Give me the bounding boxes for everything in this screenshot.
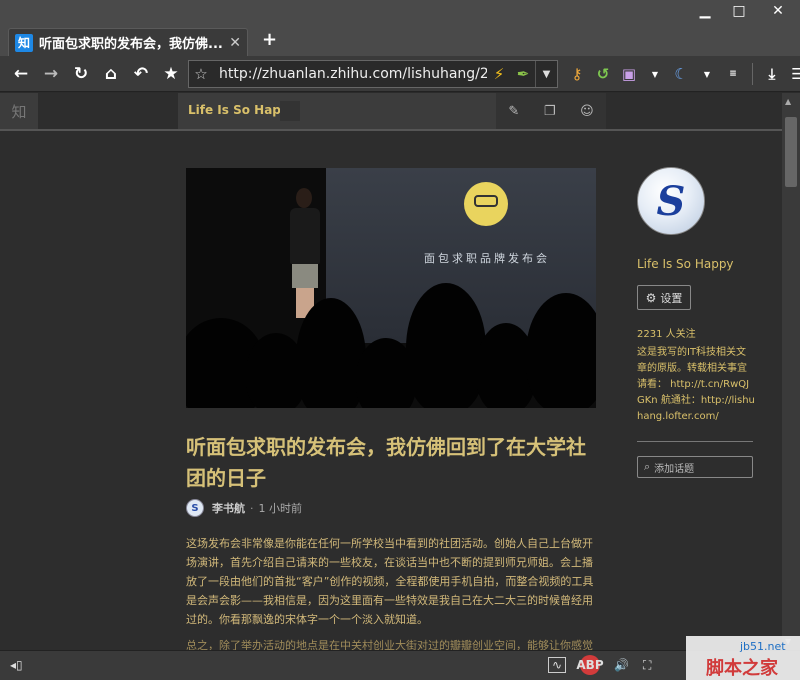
- watermark-site-name: 脚本之家: [706, 658, 778, 679]
- audience-silhouettes: [186, 278, 596, 408]
- status-bar: ◂▯ ∿ ABP 🔊 ⛶: [0, 650, 800, 680]
- site-header: 知 Life Is So Happy ✎ ❐ ☺: [0, 93, 782, 131]
- site-watermark: jb51.net 脚本之家: [686, 636, 800, 680]
- hero-image: 面包求职品牌发布会: [186, 168, 596, 408]
- vertical-scrollbar[interactable]: ▲ ▼: [782, 93, 800, 650]
- settings-button[interactable]: ⚙ 设置: [637, 285, 691, 310]
- browser-tab[interactable]: 知 听面包求职的发布会，我仿佛... ✕: [8, 28, 248, 56]
- follower-count[interactable]: 2231 人关注: [637, 325, 696, 340]
- settings-label: 设置: [660, 291, 683, 305]
- user-sync-icon[interactable]: ↺: [590, 59, 616, 89]
- gear-icon: ⚙: [645, 290, 657, 305]
- star-icon[interactable]: ★: [156, 59, 186, 89]
- address-bar[interactable]: ☆ http://zhuanlan.zhihu.com/lishuhang/20…: [188, 60, 558, 88]
- toolbar-separator: [752, 63, 753, 85]
- new-tab-button[interactable]: +: [262, 29, 277, 50]
- close-window-button[interactable]: ✕: [756, 0, 800, 22]
- header-divider: [0, 129, 782, 131]
- chart-icon[interactable]: ∿: [548, 657, 566, 673]
- window-controls: ▁ □ ✕: [688, 0, 800, 26]
- byline-separator: ·: [250, 501, 254, 515]
- moon-icon[interactable]: ☾: [668, 59, 694, 89]
- article-byline: S 李书航 · 1 小时前: [186, 499, 302, 517]
- copy-icon[interactable]: ❐: [544, 104, 556, 119]
- user-icon[interactable]: ☺: [580, 104, 594, 119]
- tab-close-icon[interactable]: ✕: [229, 35, 241, 51]
- status-bar-tools: ∿ ABP 🔊 ⛶: [548, 655, 665, 675]
- adblock-icon[interactable]: ABP: [576, 655, 604, 675]
- back-arrow-icon[interactable]: ←: [6, 59, 36, 89]
- hero-caption: 面包求职品牌发布会: [424, 252, 550, 265]
- moon-dropdown-icon[interactable]: ▼: [694, 59, 720, 89]
- browser-toolbar: ← → ↻ ⌂ ↶ ★ ☆ http://zhuanlan.zhihu.com/…: [0, 56, 800, 92]
- watermark-url: jb51.net: [740, 640, 786, 653]
- url-dropdown-icon[interactable]: ▼: [535, 61, 557, 87]
- author-name[interactable]: 李书航: [212, 500, 245, 516]
- sidebar-toggle-icon[interactable]: ◂▯: [10, 658, 23, 672]
- maximize-button[interactable]: □: [722, 0, 756, 22]
- pin-icon[interactable]: ✒: [511, 61, 535, 87]
- reload-icon[interactable]: ↻: [66, 59, 96, 89]
- write-icon[interactable]: ✎: [508, 104, 519, 119]
- web-page: 知 Life Is So Happy ✎ ❐ ☺ 面包求职品牌发布会 听面包求职…: [0, 93, 782, 650]
- sidebar-column-name[interactable]: Life Is So Happy: [637, 257, 734, 271]
- toolbar-extensions: ⚷ ↺ ▣ ▼ ☾ ▼ ≡ ⤓ ☰: [564, 59, 800, 89]
- camera-dropdown-icon[interactable]: ▼: [642, 59, 668, 89]
- column-avatar[interactable]: S: [637, 167, 705, 235]
- brand-logo-icon: [464, 182, 508, 226]
- minimize-button[interactable]: ▁: [688, 0, 722, 22]
- add-topic-placeholder: 添加话题: [654, 463, 695, 475]
- column-description: 这是我写的IT科技相关文章的原版。转载相关事宜请看： http://t.cn/R…: [637, 347, 755, 422]
- download-icon[interactable]: ⤓: [759, 59, 785, 89]
- author-avatar[interactable]: S: [186, 499, 204, 517]
- search-icon: ⌕: [644, 460, 651, 473]
- publish-time: 1 小时前: [258, 502, 303, 515]
- tab-title: 听面包求职的发布会，我仿佛...: [39, 37, 223, 52]
- zhihu-logo[interactable]: 知: [0, 93, 38, 129]
- forward-arrow-icon[interactable]: →: [36, 59, 66, 89]
- fullscreen-icon[interactable]: ⛶: [643, 658, 651, 673]
- add-topic-input[interactable]: ⌕ 添加话题: [637, 456, 753, 478]
- menu-icon[interactable]: ☰: [785, 59, 800, 89]
- lightning-icon[interactable]: ⚡: [487, 61, 511, 87]
- scroll-up-icon[interactable]: ▲: [785, 97, 791, 106]
- header-tools: ✎ ❐ ☺: [496, 93, 606, 129]
- article-paragraph: 这场发布会非常像是你能在任何一所学校当中看到的社团活动。创始人自己上台做开场演讲…: [186, 537, 594, 626]
- scroll-thumb[interactable]: [785, 117, 797, 187]
- article-paragraph-2: 总之，除了举办活动的地点是在中关村创业大街对过的瓣瓣创业空间，能够让你感觉: [186, 639, 593, 650]
- column-header-bar: Life Is So Happy ✎ ❐ ☺: [178, 93, 606, 129]
- volume-icon[interactable]: 🔊: [614, 658, 629, 672]
- title-bar: ▁ □ ✕ 知 听面包求职的发布会，我仿佛... ✕ +: [0, 0, 800, 56]
- zhihu-favicon-icon: 知: [15, 33, 33, 52]
- more-dropdown-icon[interactable]: ≡: [720, 59, 746, 89]
- column-avatar-mark: S: [656, 177, 686, 225]
- camera-icon[interactable]: ▣: [616, 59, 642, 89]
- url-input[interactable]: http://zhuanlan.zhihu.com/lishuhang/20: [213, 66, 487, 82]
- undo-icon[interactable]: ↶: [126, 59, 156, 89]
- bookmark-star-icon[interactable]: ☆: [189, 61, 213, 87]
- article-title: 听面包求职的发布会，我仿佛回到了在大学社团的日子: [186, 435, 586, 490]
- home-icon[interactable]: ⌂: [96, 59, 126, 89]
- key-icon[interactable]: ⚷: [564, 59, 590, 89]
- header-placeholder-block: [280, 101, 300, 121]
- sidebar-divider: [637, 441, 753, 442]
